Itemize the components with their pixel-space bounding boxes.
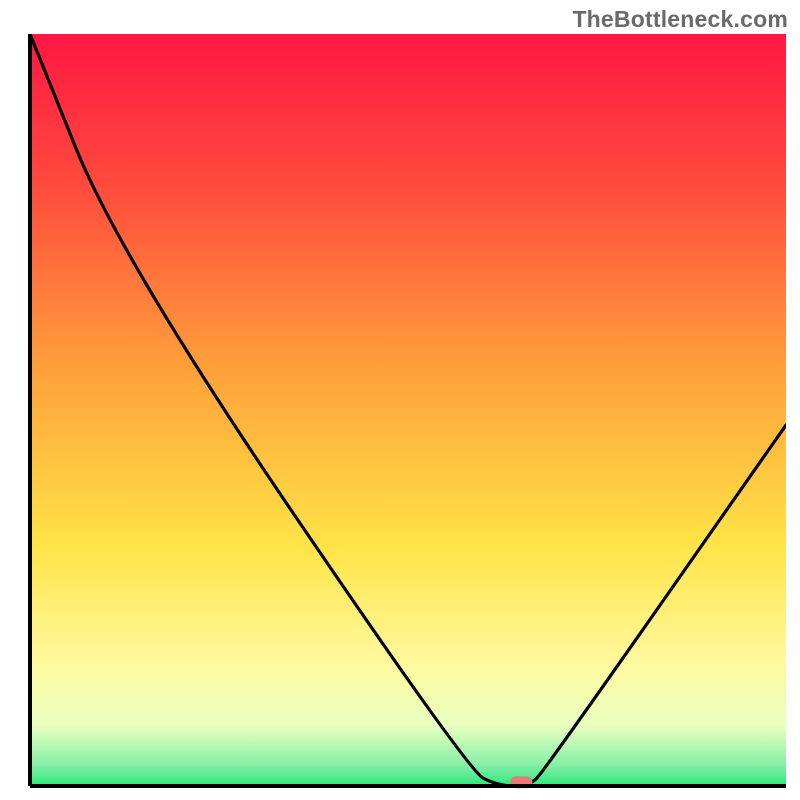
gradient-background [30,34,786,786]
bottleneck-chart [0,0,800,800]
chart-container: TheBottleneck.com [0,0,800,800]
plot-area [30,34,786,788]
watermark-text: TheBottleneck.com [572,6,788,33]
